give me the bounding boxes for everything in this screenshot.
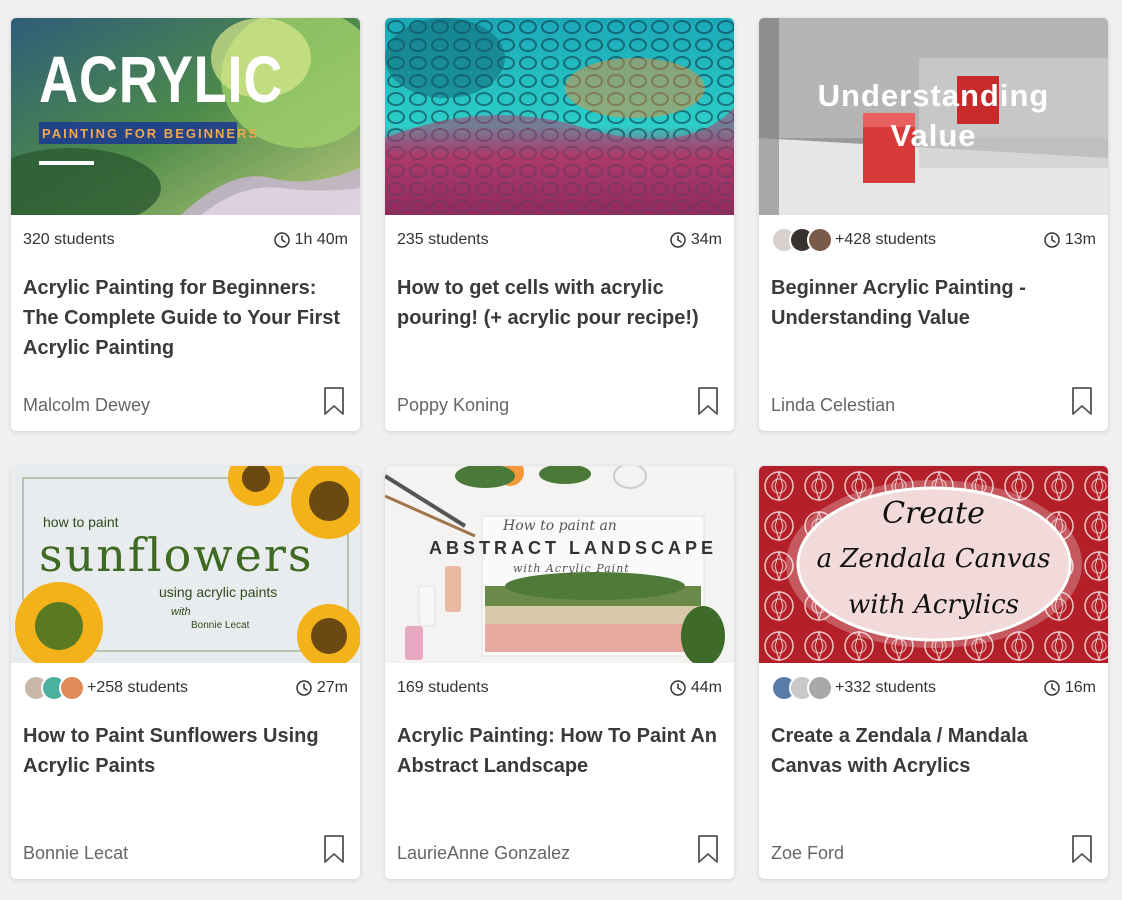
- thumbnail-subtitle: Value: [890, 118, 977, 153]
- student-avatars: [23, 675, 85, 701]
- teacher-name[interactable]: Linda Celestian: [771, 395, 895, 416]
- student-count-label: +258 students: [87, 679, 188, 696]
- class-duration: 34m: [670, 231, 722, 249]
- class-footer: LaurieAnne Gonzalez: [385, 821, 734, 879]
- class-footer: Malcolm Dewey: [11, 373, 360, 431]
- class-title[interactable]: How to Paint Sunflowers Using Acrylic Pa…: [11, 713, 360, 833]
- class-title[interactable]: How to get cells with acrylic pouring! (…: [385, 265, 734, 385]
- class-footer: Linda Celestian: [759, 373, 1108, 431]
- thumbnail-tagline: with Acrylics: [847, 590, 1020, 620]
- student-count: 235 students: [397, 231, 489, 249]
- class-card[interactable]: 235 students 34m How to get cells with a…: [385, 18, 734, 431]
- duration-label: 1h 40m: [294, 231, 348, 248]
- class-thumbnail[interactable]: how to paint sunflowers using acrylic pa…: [11, 466, 360, 663]
- clock-icon: [670, 232, 686, 248]
- class-thumbnail[interactable]: Understanding Value: [759, 18, 1108, 215]
- thumbnail-author: Bonnie Lecat: [191, 620, 250, 631]
- class-thumbnail[interactable]: How to paint an ABSTRACT LANDSCAPE with …: [385, 466, 734, 663]
- bookmark-icon[interactable]: [697, 386, 719, 416]
- thumbnail-subtitle: a Zendala Canvas: [816, 544, 1051, 574]
- student-count: 169 students: [397, 679, 489, 697]
- class-thumbnail[interactable]: ACRYLIC PAINTING FOR BEGINNERS: [11, 18, 360, 215]
- class-card[interactable]: ACRYLIC PAINTING FOR BEGINNERS 320 stude…: [11, 18, 360, 431]
- duration-label: 13m: [1064, 231, 1096, 248]
- teacher-name[interactable]: Zoe Ford: [771, 843, 844, 864]
- teacher-name[interactable]: LaurieAnne Gonzalez: [397, 843, 570, 864]
- duration-label: 27m: [316, 679, 348, 696]
- duration-label: 44m: [690, 679, 722, 696]
- class-meta: +258 students 27m: [11, 663, 360, 713]
- duration-label: 16m: [1064, 679, 1096, 696]
- class-duration: 44m: [670, 679, 722, 697]
- clock-icon: [1044, 232, 1060, 248]
- bookmark-icon[interactable]: [1071, 834, 1093, 864]
- thumbnail-title: Create: [882, 496, 985, 531]
- clock-icon: [296, 680, 312, 696]
- class-duration: 16m: [1044, 679, 1096, 697]
- class-title[interactable]: Create a Zendala / Mandala Canvas with A…: [759, 713, 1108, 833]
- student-count: 320 students: [23, 231, 115, 249]
- avatar: [59, 675, 85, 701]
- class-meta: +332 students 16m: [759, 663, 1108, 713]
- class-meta: 320 students 1h 40m: [11, 215, 360, 265]
- class-footer: Poppy Koning: [385, 373, 734, 431]
- clock-icon: [670, 680, 686, 696]
- bookmark-icon[interactable]: [323, 386, 345, 416]
- bookmark-icon[interactable]: [323, 834, 345, 864]
- student-count-label: +332 students: [835, 679, 936, 696]
- thumbnail-image: [385, 18, 734, 215]
- thumbnail-title: ABSTRACT LANDSCAPE: [429, 538, 717, 558]
- class-thumbnail[interactable]: Create a Zendala Canvas with Acrylics: [759, 466, 1108, 663]
- class-meta: 169 students 44m: [385, 663, 734, 713]
- student-count-label: 320 students: [23, 231, 115, 248]
- thumbnail-kicker: How to paint an: [503, 518, 617, 534]
- student-count-label: 235 students: [397, 231, 489, 248]
- thumbnail-title: Understanding: [817, 78, 1050, 113]
- class-grid: ACRYLIC PAINTING FOR BEGINNERS 320 stude…: [11, 18, 1108, 879]
- bookmark-icon[interactable]: [1071, 386, 1093, 416]
- class-meta: 235 students 34m: [385, 215, 734, 265]
- student-count: +258 students: [23, 675, 188, 701]
- thumbnail-title: ACRYLIC: [39, 42, 284, 116]
- thumbnail-with: with: [171, 606, 191, 618]
- teacher-name[interactable]: Bonnie Lecat: [23, 843, 128, 864]
- duration-label: 34m: [690, 231, 722, 248]
- avatar: [807, 227, 833, 253]
- student-count: +332 students: [771, 675, 936, 701]
- class-title[interactable]: Acrylic Painting: How To Paint An Abstra…: [385, 713, 734, 833]
- clock-icon: [273, 232, 290, 248]
- student-count-label: 169 students: [397, 679, 489, 696]
- class-duration: 27m: [296, 679, 348, 697]
- student-count: +428 students: [771, 227, 936, 253]
- class-card[interactable]: how to paint sunflowers using acrylic pa…: [11, 466, 360, 879]
- class-footer: Zoe Ford: [759, 821, 1108, 879]
- class-title[interactable]: Acrylic Painting for Beginners: The Comp…: [11, 265, 360, 385]
- avatar: [807, 675, 833, 701]
- class-duration: 1h 40m: [273, 231, 348, 249]
- bookmark-icon[interactable]: [697, 834, 719, 864]
- class-title[interactable]: Beginner Acrylic Painting - Understandin…: [759, 265, 1108, 385]
- thumbnail-title: sunflowers: [39, 528, 314, 582]
- class-card[interactable]: Create a Zendala Canvas with Acrylics +3…: [759, 466, 1108, 879]
- class-thumbnail[interactable]: [385, 18, 734, 215]
- class-footer: Bonnie Lecat: [11, 821, 360, 879]
- student-avatars: [771, 227, 833, 253]
- student-count-label: +428 students: [835, 231, 936, 248]
- clock-icon: [1044, 680, 1060, 696]
- class-card[interactable]: How to paint an ABSTRACT LANDSCAPE with …: [385, 466, 734, 879]
- student-avatars: [771, 675, 833, 701]
- thumbnail-subtitle: with Acrylic Paint: [513, 562, 630, 575]
- teacher-name[interactable]: Malcolm Dewey: [23, 395, 150, 416]
- class-duration: 13m: [1044, 231, 1096, 249]
- thumbnail-subtitle: using acrylic paints: [159, 584, 278, 600]
- thumbnail-subtitle: PAINTING FOR BEGINNERS: [42, 126, 260, 141]
- teacher-name[interactable]: Poppy Koning: [397, 395, 509, 416]
- class-card[interactable]: Understanding Value +428 students 13m Be…: [759, 18, 1108, 431]
- class-meta: +428 students 13m: [759, 215, 1108, 265]
